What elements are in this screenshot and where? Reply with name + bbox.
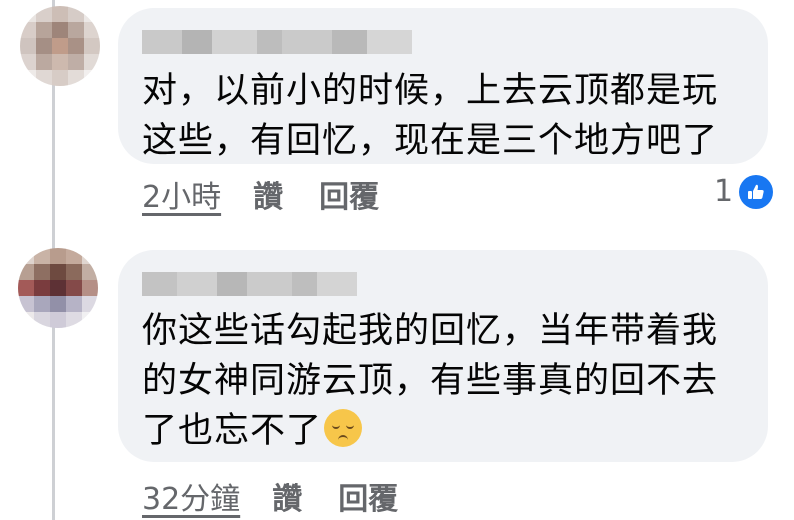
comment-bubble: 你这些话勾起我的回忆，当年带着我 的女神同游云顶，有些事真的回不去 了也忘不了: [118, 250, 768, 462]
author-name-redacted[interactable]: [142, 30, 412, 54]
timestamp-link[interactable]: 2小時: [142, 172, 221, 216]
like-button[interactable]: 讚: [272, 474, 302, 518]
reply-button[interactable]: 回覆: [319, 172, 379, 216]
comment-1: 对，以前小的时候，上去云顶都是玩 这些，有回忆，现在是三个地方吧了 2小時 讚 …: [0, 0, 794, 230]
comment-bubble: 对，以前小的时候，上去云顶都是玩 这些，有回忆，现在是三个地方吧了: [118, 8, 768, 164]
comment-text-line: 了也忘不了: [142, 411, 323, 451]
reaction-summary[interactable]: 1: [714, 174, 774, 209]
timestamp-link[interactable]: 32分鐘: [142, 474, 240, 518]
avatar[interactable]: [20, 6, 100, 86]
avatar[interactable]: [18, 248, 98, 328]
comment-text-line: 你这些话勾起我的回忆，当年带着我: [142, 311, 719, 351]
like-thumbs-up-icon: [739, 174, 774, 209]
pensive-face-icon: [324, 409, 363, 447]
comment-text-line: 的女神同游云顶，有些事真的回不去: [142, 361, 719, 401]
comment-text-line: 这些，有回忆，现在是三个地方吧了: [142, 121, 719, 161]
comment-actions: 32分鐘 讚 回覆: [142, 474, 398, 518]
author-name-redacted[interactable]: [142, 272, 357, 296]
comment-2: 你这些话勾起我的回忆，当年带着我 的女神同游云顶，有些事真的回不去 了也忘不了 …: [0, 230, 794, 520]
comment-text: 你这些话勾起我的回忆，当年带着我 的女神同游云顶，有些事真的回不去 了也忘不了: [142, 306, 752, 456]
comment-text-line: 对，以前小的时候，上去云顶都是玩: [142, 71, 719, 111]
comment-text: 对，以前小的时候，上去云顶都是玩 这些，有回忆，现在是三个地方吧了: [142, 66, 752, 166]
like-button[interactable]: 讚: [253, 172, 283, 216]
comment-actions: 2小時 讚 回覆: [142, 172, 379, 216]
reply-button[interactable]: 回覆: [338, 474, 398, 518]
comment-text-line-last: 了也忘不了: [142, 406, 752, 456]
reaction-count: 1: [714, 174, 734, 209]
